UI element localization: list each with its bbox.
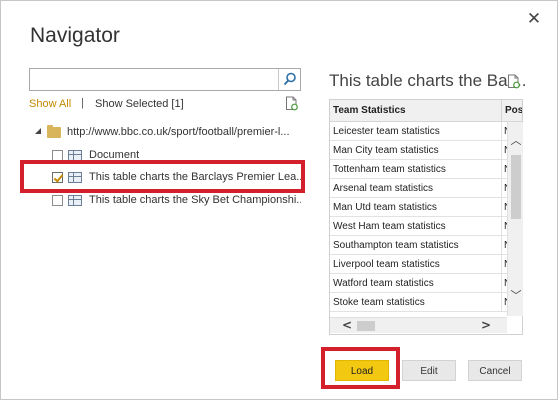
table-row: Southampton team statistics N (330, 236, 511, 255)
table-row: Man City team statistics N (330, 141, 511, 160)
column-header[interactable]: Posi (503, 100, 522, 122)
table-cell: Watford team statistics (330, 274, 502, 293)
scroll-left-icon[interactable]: < (341, 319, 353, 332)
table-row: Liverpool team statistics N (330, 255, 511, 274)
refresh-icon[interactable] (507, 74, 521, 94)
table-row: Arsenal team statistics N (330, 179, 511, 198)
folder-icon (47, 125, 61, 138)
column-header[interactable]: Team Statistics (330, 100, 502, 122)
tree-root-node[interactable]: http://www.bbc.co.uk/sport/football/prem… (35, 125, 305, 141)
load-highlight-box (321, 347, 400, 389)
scroll-down-icon[interactable]: ﹀ (510, 290, 522, 302)
horizontal-scrollbar[interactable]: < > (330, 317, 507, 333)
close-button[interactable]: ✕ (524, 9, 544, 29)
preview-title: This table charts the Bar... (329, 71, 527, 90)
checkbox[interactable] (52, 195, 63, 206)
table-row: Tottenham team statistics N (330, 160, 511, 179)
table-icon (68, 195, 82, 206)
table-cell: West Ham team statistics (330, 217, 502, 236)
edit-button[interactable]: Edit (402, 360, 456, 381)
table-row: West Ham team statistics N (330, 217, 511, 236)
scroll-right-icon[interactable]: > (480, 319, 492, 332)
tree-item-label: This table charts the Sky Bet Championsh… (89, 194, 301, 206)
table-header: Team Statistics Posi (330, 100, 522, 122)
refresh-icon[interactable] (285, 96, 299, 116)
scroll-up-icon[interactable]: ︿ (510, 135, 522, 147)
search-icon[interactable] (278, 69, 300, 90)
cancel-button[interactable]: Cancel (468, 360, 522, 381)
table-cell: Man City team statistics (330, 141, 502, 160)
table-cell: Liverpool team statistics (330, 255, 502, 274)
vertical-scrollbar[interactable]: ︿ ﹀ (507, 122, 523, 316)
selection-highlight-box (20, 160, 305, 193)
table-cell: Tottenham team statistics (330, 160, 502, 179)
scroll-thumb[interactable] (357, 321, 375, 331)
table-row: Man Utd team statistics N (330, 198, 511, 217)
show-all-link[interactable]: Show All (29, 98, 71, 110)
table-row: Watford team statistics N (330, 274, 511, 293)
scroll-thumb[interactable] (511, 155, 521, 219)
table-cell: Arsenal team statistics (330, 179, 502, 198)
navigator-dialog: ✕ Navigator Show All | Show Selected [1]… (0, 0, 558, 400)
search-input[interactable] (29, 68, 301, 91)
table-cell: Stoke team statistics (330, 293, 502, 312)
table-cell: Man Utd team statistics (330, 198, 502, 217)
table-cell: Southampton team statistics (330, 236, 502, 255)
table-row: Stoke team statistics N (330, 293, 511, 312)
table-row: Leicester team statistics N (330, 122, 511, 141)
show-selected-link[interactable]: Show Selected [1] (95, 98, 184, 110)
dialog-title: Navigator (30, 24, 120, 47)
preview-table: Team Statistics Posi Leicester team stat… (329, 99, 523, 335)
tree-root-label: http://www.bbc.co.uk/sport/football/prem… (67, 126, 290, 138)
expand-arrow-icon[interactable] (35, 128, 41, 134)
filter-separator: | (81, 97, 84, 109)
tree-item-skybet-table[interactable]: This table charts the Sky Bet Championsh… (51, 192, 301, 210)
table-cell: Leicester team statistics (330, 122, 502, 141)
